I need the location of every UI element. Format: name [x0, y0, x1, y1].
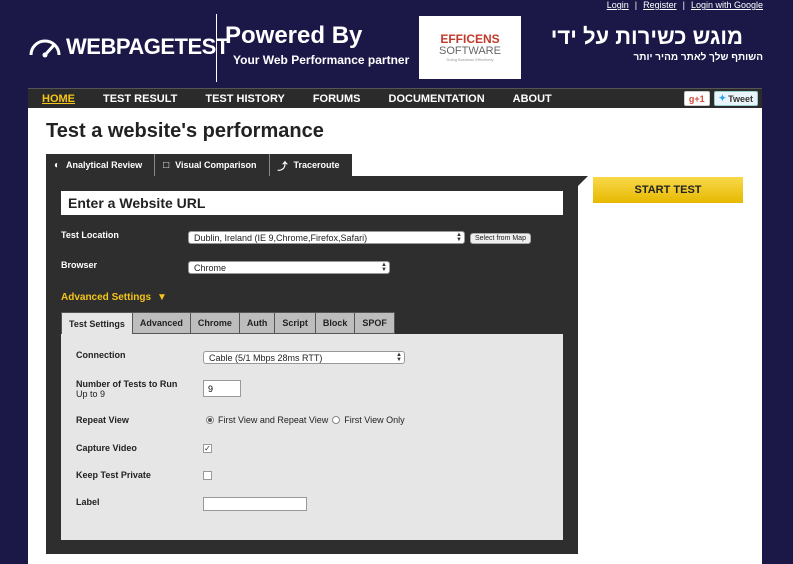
repeat-opt2-label: First View Only [344, 415, 405, 425]
hebrew-title: מוגש כשירות על ידי [550, 24, 743, 49]
num-tests-sub: Up to 9 [76, 389, 106, 399]
logo-text: WEBPAGETEST [66, 34, 229, 59]
nav-about[interactable]: ABOUT [513, 93, 552, 105]
label-label: Label [76, 497, 100, 507]
nav-home[interactable]: HOME [42, 93, 75, 105]
connection-value: Cable (5/1 Mbps 28ms RTT) [209, 352, 323, 363]
capture-video-checkbox[interactable]: ✓ [203, 444, 212, 453]
login-google-link[interactable]: Login with Google [691, 0, 763, 10]
test-location-value: Dublin, Ireland (IE 9,Chrome,Firefox,Saf… [194, 232, 368, 243]
speedometer-icon [29, 39, 61, 58]
register-link[interactable]: Register [643, 0, 677, 10]
powered-by-text: Powered By [225, 22, 363, 49]
select-arrows-icon: ▲ ▼ [381, 262, 387, 273]
num-tests-input[interactable]: 9 [203, 380, 241, 397]
num-tests-label: Number of Tests to Run Up to 9 [76, 379, 178, 399]
keep-private-checkbox[interactable] [203, 471, 212, 480]
header-divider [216, 14, 217, 82]
browser-label: Browser [61, 260, 98, 270]
tweet-label: Tweet [728, 93, 753, 104]
nav-test-result[interactable]: TEST RESULT [103, 93, 177, 105]
webpagetest-logo[interactable]: WEBPAGETEST [28, 34, 229, 60]
tab-test-settings[interactable]: Test Settings [61, 312, 133, 334]
tab-label: Visual Comparison [175, 160, 257, 170]
select-arrows-icon: ▲ ▼ [396, 352, 402, 363]
url-input[interactable]: Enter a Website URL [61, 191, 563, 215]
tab-auth[interactable]: Auth [239, 312, 276, 334]
partner-logo[interactable]: EFFICENS SOFTWARE Doing Business Effecti… [419, 16, 521, 79]
tab-traceroute[interactable]: ⤴ Traceroute [269, 154, 352, 176]
repeat-view-options: First View and Repeat View First View On… [206, 415, 405, 425]
start-test-button[interactable]: START TEST [593, 177, 743, 203]
twitter-bird-icon: ✦ [718, 93, 727, 103]
tweet-button[interactable]: ✦ Tweet [713, 91, 758, 106]
radio-first-and-repeat[interactable] [206, 416, 214, 424]
test-location-select[interactable]: Dublin, Ireland (IE 9,Chrome,Firefox,Saf… [188, 231, 465, 244]
partner-logo-line2: SOFTWARE [439, 44, 501, 57]
test-settings-panel: Connection Cable (5/1 Mbps 28ms RTT) ▲ ▼ … [61, 334, 563, 540]
browser-value: Chrome [194, 262, 227, 273]
document-icon: □ [163, 159, 170, 171]
separator: | [634, 0, 638, 10]
tab-analytical-review[interactable]: ◐ Analytical Review [46, 154, 156, 176]
separator: | [682, 0, 685, 10]
tab-block[interactable]: Block [315, 312, 356, 334]
pie-chart-icon: ◐ [54, 159, 61, 171]
test-location-label: Test Location [61, 230, 119, 240]
google-plus-button[interactable]: g+1 [683, 91, 710, 106]
powered-by-block: Powered By Your Web Performance partner [225, 22, 409, 67]
select-arrows-icon: ▲ ▼ [456, 232, 462, 243]
advanced-settings-label: Advanced Settings [61, 292, 152, 303]
select-from-map-button[interactable]: Select from Map [470, 233, 531, 244]
tab-advanced[interactable]: Advanced [132, 312, 191, 334]
main-nav: HOME TEST RESULT TEST HISTORY FORUMS DOC… [28, 88, 762, 108]
tab-visual-comparison[interactable]: □ Visual Comparison [155, 154, 270, 176]
partner-logo-line1: EFFICENS [440, 31, 500, 46]
page-title: Test a website's performance [46, 120, 324, 142]
tab-chrome[interactable]: Chrome [190, 312, 240, 334]
repeat-opt1-label: First View and Repeat View [218, 415, 329, 425]
hebrew-subtitle: השותף שלך לאתר מהיר יותר [633, 52, 763, 63]
partner-logo-tiny: Doing Business Effectively [446, 56, 494, 62]
nav-forums[interactable]: FORUMS [313, 93, 361, 105]
advanced-settings-toggle[interactable]: Advanced Settings ▼ [61, 292, 167, 303]
test-type-tabs: ◐ Analytical Review □ Visual Comparison … [46, 154, 352, 176]
radio-first-only[interactable] [332, 416, 341, 424]
connection-select[interactable]: Cable (5/1 Mbps 28ms RTT) ▲ ▼ [203, 351, 405, 364]
nav-documentation[interactable]: DOCUMENTATION [389, 93, 485, 105]
partner-tagline: Your Web Performance partner [233, 53, 410, 67]
traceroute-icon: ⤴ [277, 161, 288, 173]
nav-test-history[interactable]: TEST HISTORY [205, 93, 284, 105]
login-link[interactable]: Login [607, 0, 629, 10]
capture-video-label: Capture Video [76, 443, 137, 453]
connection-label: Connection [76, 350, 126, 360]
label-input[interactable] [203, 497, 307, 511]
repeat-view-label: Repeat View [76, 415, 129, 425]
top-links: Login | Register | Login with Google [607, 0, 763, 10]
advanced-tabs: Test Settings Advanced Chrome Auth Scrip… [61, 312, 395, 334]
triangle-down-icon: ▼ [157, 292, 167, 303]
main-content: Test a website's performance ◐ Analytica… [28, 108, 762, 564]
browser-select[interactable]: Chrome ▲ ▼ [188, 261, 390, 274]
test-panel: Enter a Website URL Test Location Dublin… [46, 176, 588, 554]
tab-script[interactable]: Script [275, 312, 316, 334]
keep-private-label: Keep Test Private [76, 470, 151, 480]
tab-label: Analytical Review [66, 160, 143, 170]
tab-spof[interactable]: SPOF [355, 312, 395, 334]
tab-label: Traceroute [293, 160, 340, 170]
